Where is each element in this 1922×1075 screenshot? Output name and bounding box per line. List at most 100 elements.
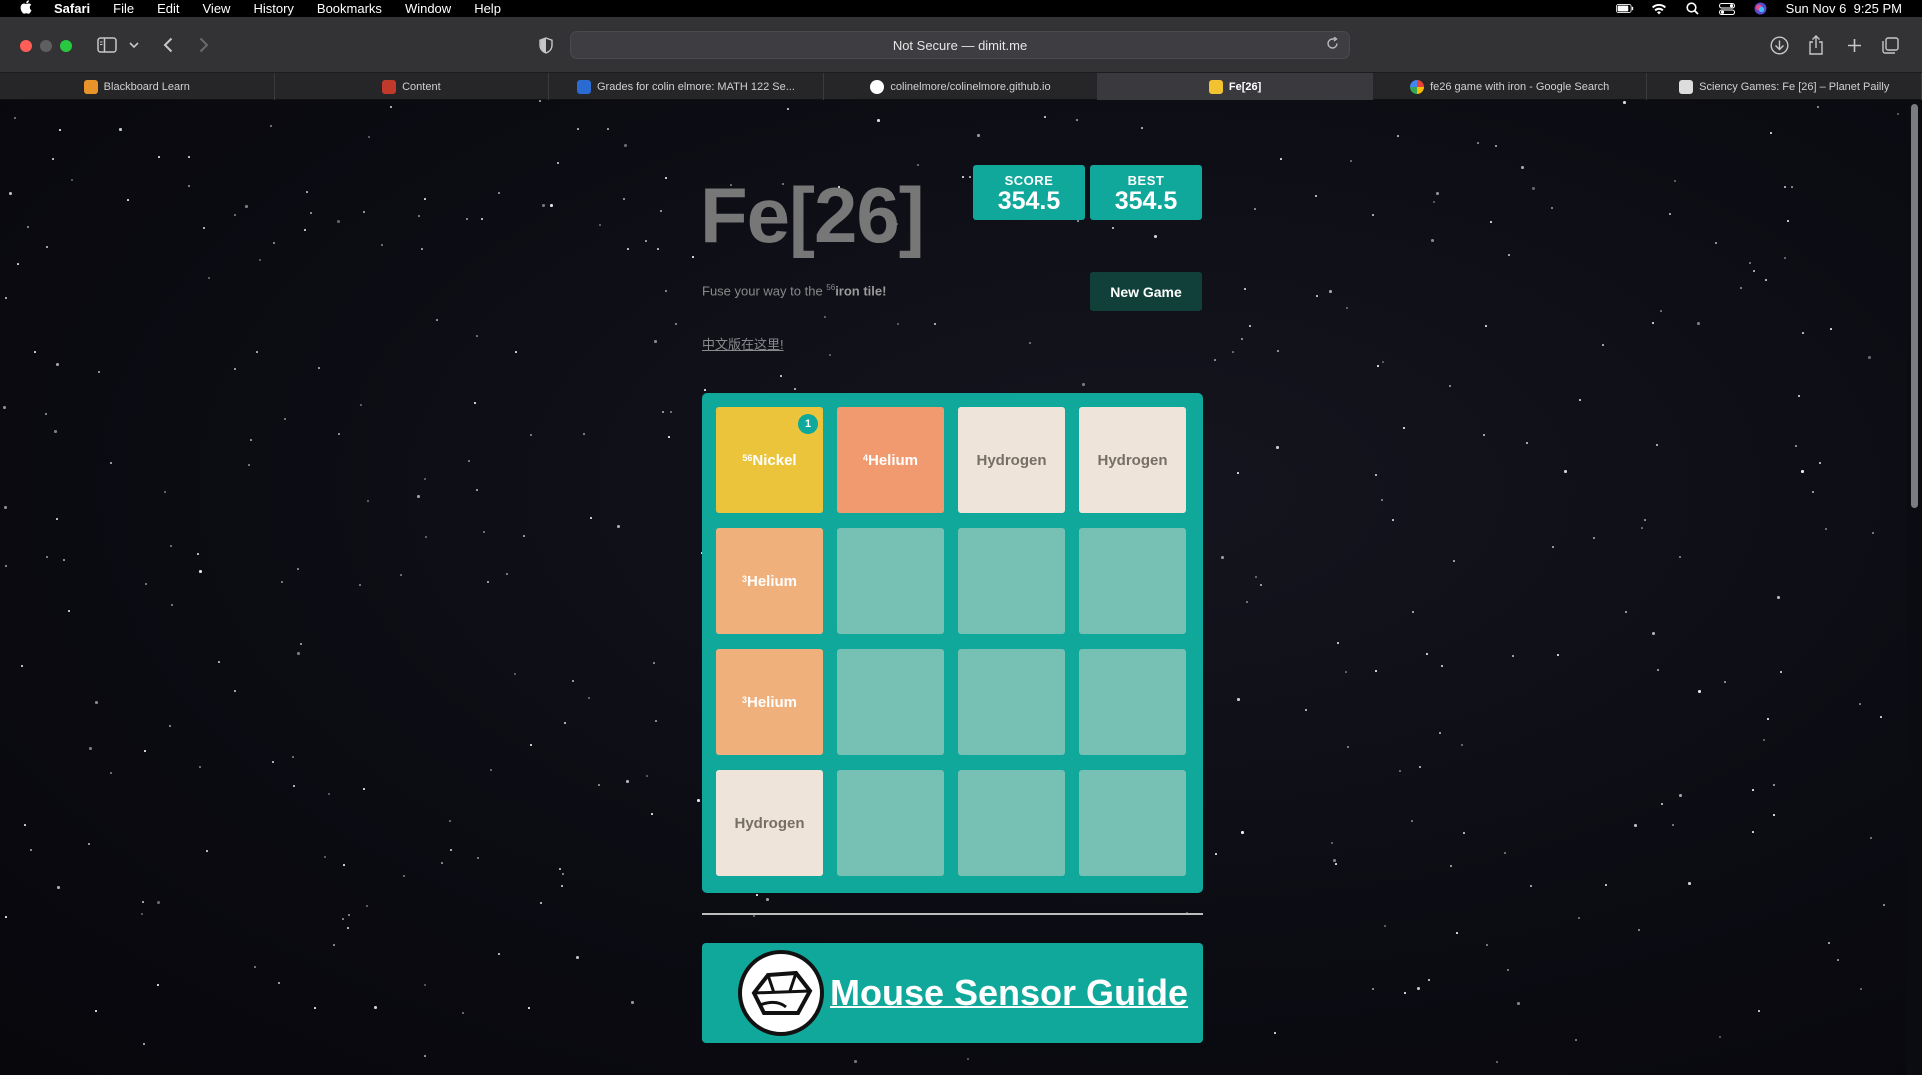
back-icon[interactable] (160, 36, 176, 54)
tab-planet-pailly[interactable]: Sciency Games: Fe [26] – Planet Pailly (1647, 73, 1922, 100)
star (278, 982, 280, 984)
google-favicon-icon (1410, 79, 1425, 94)
apple-icon[interactable] (18, 0, 34, 17)
menu-window[interactable]: Window (405, 1, 451, 16)
star (626, 780, 629, 783)
star (1749, 262, 1751, 264)
sidebar-icon[interactable] (97, 36, 117, 54)
star (1112, 227, 1114, 229)
mouse-sensor-guide-banner[interactable]: Mouse Sensor Guide (702, 943, 1203, 1043)
star (607, 128, 609, 130)
control-center-icon[interactable] (1718, 2, 1736, 15)
star (1274, 1032, 1276, 1034)
star (657, 248, 659, 250)
star (1669, 213, 1671, 215)
star (854, 1060, 857, 1063)
tab-grades[interactable]: Grades for colin elmore: MATH 122 Se... (549, 73, 824, 100)
url-text[interactable]: Not Secure — dimit.me (893, 38, 1027, 53)
star (1375, 670, 1377, 672)
new-game-button[interactable]: New Game (1090, 272, 1202, 311)
star (476, 335, 478, 337)
address-bar[interactable]: Not Secure — dimit.me (570, 31, 1350, 59)
reload-icon[interactable] (1326, 36, 1339, 53)
share-icon[interactable] (1807, 34, 1825, 56)
privacy-shield-icon[interactable] (538, 36, 554, 54)
star (1221, 556, 1224, 559)
best-label: BEST (1127, 173, 1165, 188)
star (1485, 325, 1487, 327)
star (1526, 442, 1528, 444)
star (1345, 671, 1347, 673)
tab-github[interactable]: colinelmore/colinelmore.github.io (824, 73, 1099, 100)
star (449, 820, 451, 822)
downloads-icon[interactable] (1769, 35, 1789, 55)
game-board[interactable]: 56 Nickel 1 4 Helium Hydrogen Hydrogen 3 Helium 3… (702, 393, 1203, 893)
star (142, 901, 144, 903)
menu-help[interactable]: Help (474, 1, 501, 16)
tab-overview-icon[interactable] (1881, 36, 1899, 54)
clock[interactable]: Sun Nov 6 9:25 PM (1786, 1, 1902, 16)
star (1384, 925, 1386, 927)
star (542, 204, 545, 207)
new-tab-icon[interactable] (1845, 36, 1863, 54)
tab-blackboard[interactable]: Blackboard Learn (0, 73, 275, 100)
star (30, 849, 32, 851)
grid-cell (837, 528, 944, 634)
menu-view[interactable]: View (203, 1, 231, 16)
star (1504, 852, 1506, 854)
star (89, 747, 92, 750)
scrollbar-thumb[interactable] (1911, 104, 1918, 508)
chinese-version-link[interactable]: 中文版在这里! (702, 334, 784, 353)
banner-title[interactable]: Mouse Sensor Guide (830, 972, 1188, 1014)
star (1483, 434, 1485, 436)
star (1350, 160, 1352, 162)
star (766, 898, 769, 901)
menu-bookmarks[interactable]: Bookmarks (317, 1, 382, 16)
close-window-button[interactable] (20, 40, 32, 52)
star (1837, 959, 1839, 961)
search-icon[interactable] (1684, 2, 1702, 15)
star (1329, 290, 1332, 293)
menu-edit[interactable]: Edit (157, 1, 179, 16)
star (528, 1007, 530, 1009)
tile-helium: 3 Helium (716, 528, 823, 634)
menu-history[interactable]: History (253, 1, 293, 16)
forward-icon[interactable] (196, 36, 212, 54)
star (1784, 257, 1786, 259)
star (1758, 1010, 1760, 1012)
star (583, 433, 585, 435)
star (1672, 824, 1674, 826)
menu-app-name[interactable]: Safari (54, 1, 90, 16)
star (27, 226, 29, 228)
star (590, 517, 592, 519)
star (206, 850, 208, 852)
chevron-down-icon[interactable] (128, 39, 140, 51)
star (1719, 1036, 1721, 1038)
star (692, 256, 694, 258)
minimize-window-button[interactable] (40, 40, 52, 52)
tile-hydrogen: Hydrogen (716, 770, 823, 876)
star (234, 690, 236, 692)
webassign-favicon-icon (577, 79, 591, 94)
star (1280, 158, 1282, 160)
tab-fe26[interactable]: Fe[26] (1098, 73, 1373, 100)
star (363, 788, 365, 790)
zoom-window-button[interactable] (60, 40, 72, 52)
tab-google-search[interactable]: fe26 game with iron - Google Search (1373, 73, 1648, 100)
siri-icon[interactable] (1752, 2, 1770, 15)
star (110, 462, 112, 464)
star (897, 323, 899, 325)
star (1623, 101, 1626, 104)
star (1605, 884, 1607, 886)
star (1141, 127, 1143, 129)
star (1897, 113, 1899, 115)
menu-file[interactable]: File (113, 1, 134, 16)
star (310, 212, 312, 214)
star (281, 581, 283, 583)
tab-label: Sciency Games: Fe [26] – Planet Pailly (1699, 80, 1890, 93)
tab-content[interactable]: Content (275, 73, 550, 100)
battery-icon[interactable] (1615, 3, 1634, 15)
page-scrollbar[interactable] (1906, 100, 1922, 1075)
wifi-icon[interactable] (1650, 3, 1668, 15)
star (314, 1007, 316, 1009)
